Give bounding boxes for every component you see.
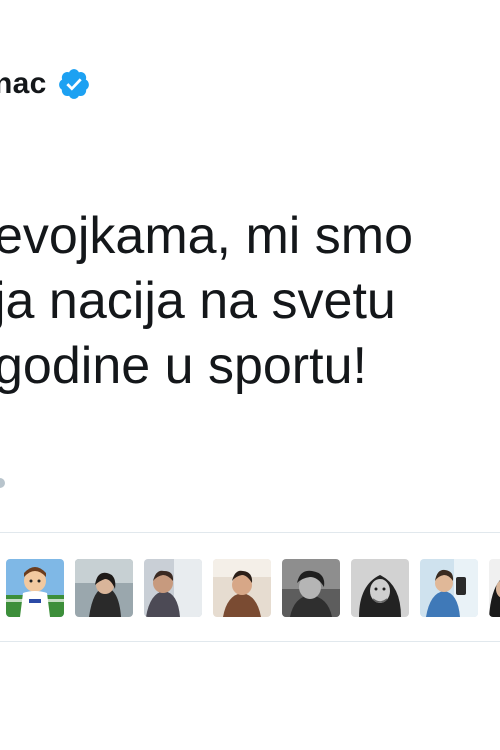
globe-icon (0, 475, 8, 488)
author-name[interactable]: nac (0, 67, 47, 101)
liker-avatar[interactable] (351, 559, 409, 617)
divider (0, 641, 500, 642)
tweet-text: evojkama, mi smo ja nacija na svetu godi… (0, 204, 500, 399)
liker-avatar[interactable] (420, 559, 478, 617)
liker-avatar[interactable] (144, 559, 202, 617)
liker-avatars (6, 559, 500, 617)
tweet-text-line: godine u sportu! (0, 337, 367, 395)
tweet-text-line: ja nacija na svetu (0, 272, 396, 330)
tweet-card: nac evojkama, mi smo ja nacija na svetu … (0, 0, 500, 750)
liker-avatar[interactable] (75, 559, 133, 617)
liker-avatar[interactable] (213, 559, 271, 617)
liker-avatar[interactable] (6, 559, 64, 617)
liker-avatar[interactable] (489, 559, 500, 617)
verified-badge-icon (57, 67, 91, 101)
divider (0, 532, 500, 533)
tweet-text-line: evojkama, mi smo (0, 207, 413, 265)
tweet-header: nac (0, 64, 91, 104)
liker-avatar[interactable] (282, 559, 340, 617)
